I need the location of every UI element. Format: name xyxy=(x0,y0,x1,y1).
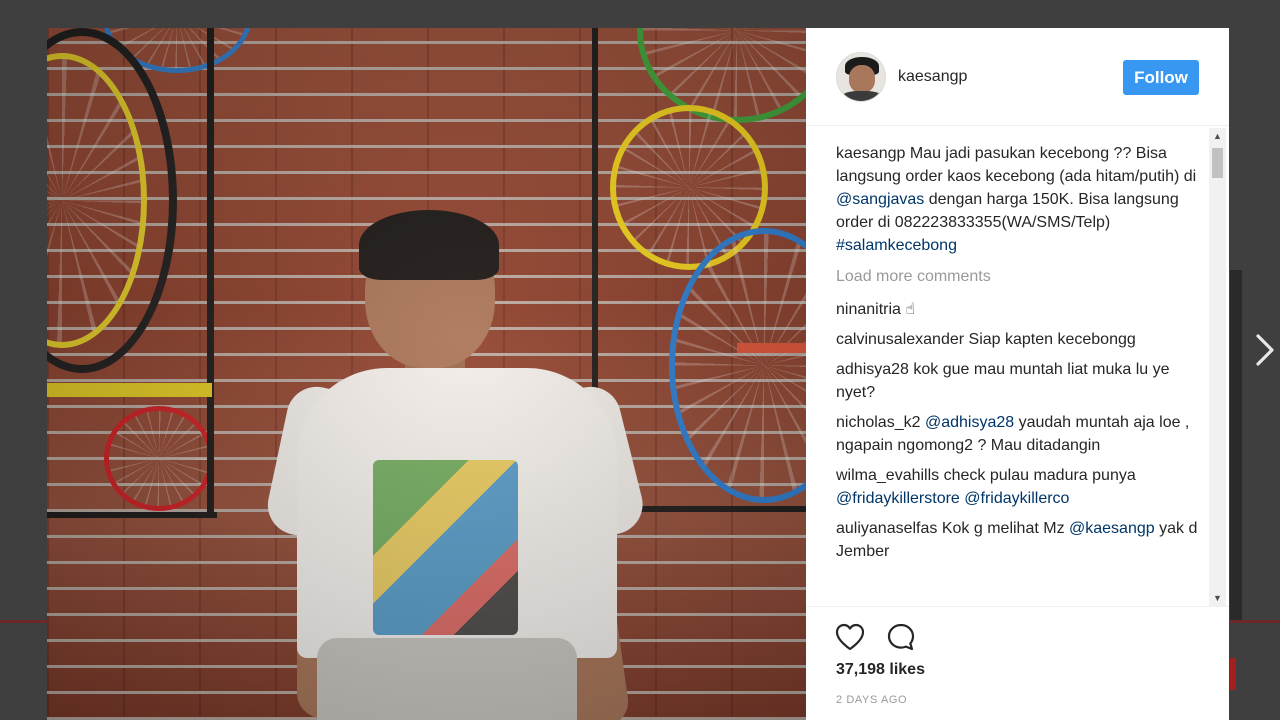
load-more-comments[interactable]: Load more comments xyxy=(836,265,1206,288)
post-caption: kaesangp Mau jadi pasukan kecebong ?? Bi… xyxy=(836,142,1206,257)
background-accent xyxy=(1230,658,1236,690)
comment-text: check pulau madura punya xyxy=(943,467,1136,484)
photo-shading xyxy=(47,28,806,720)
list-item: ninanitria ☝ xyxy=(836,298,1206,321)
post-photo[interactable] xyxy=(47,28,806,720)
caption-mention[interactable]: @sangjavas xyxy=(836,191,924,208)
comment-text: Siap kapten kecebongg xyxy=(968,331,1136,348)
list-item: calvinusalexander Siap kapten kecebongg xyxy=(836,328,1206,351)
comment-mention[interactable]: @fridaykillerstore xyxy=(836,490,960,507)
header-username[interactable]: kaesangp xyxy=(898,68,967,86)
comment-bubble-icon[interactable] xyxy=(885,621,917,653)
list-item: auliyanaselfas Kok g melihat Mz @kaesang… xyxy=(836,517,1206,563)
background-panel xyxy=(1230,270,1242,620)
comments-scrollbar[interactable]: ▲ ▼ xyxy=(1209,128,1226,606)
comment-mention-2[interactable]: @fridaykillerco xyxy=(964,490,1069,507)
comment-text: ☝ xyxy=(905,301,916,318)
avatar-face xyxy=(849,65,875,93)
post-modal: kaesangp Follow kaesangp Mau jadi pasuka… xyxy=(47,28,1229,720)
heart-outline-icon[interactable] xyxy=(834,621,866,653)
scroll-down-arrow-icon[interactable]: ▼ xyxy=(1209,590,1226,606)
post-actions: 37,198 likes 2 DAYS AGO xyxy=(806,606,1229,720)
post-header: kaesangp Follow xyxy=(806,28,1229,126)
comment-username[interactable]: adhisya28 xyxy=(836,361,909,378)
comment-username[interactable]: wilma_evahills xyxy=(836,467,939,484)
caption-hashtag[interactable]: #salamkecebong xyxy=(836,237,957,254)
list-item: wilma_evahills check pulau madura punya … xyxy=(836,464,1206,510)
comment-username[interactable]: calvinusalexander xyxy=(836,331,964,348)
follow-button[interactable]: Follow xyxy=(1123,60,1199,95)
comment-username[interactable]: nicholas_k2 xyxy=(836,414,921,431)
scroll-thumb[interactable] xyxy=(1212,148,1223,178)
avatar[interactable] xyxy=(836,52,886,102)
list-item: nicholas_k2 @adhisya28 yaudah muntah aja… xyxy=(836,411,1206,457)
caption-username[interactable]: kaesangp xyxy=(836,145,905,162)
list-item: adhisya28 kok gue mau muntah liat muka l… xyxy=(836,358,1206,404)
comment-username[interactable]: ninanitria xyxy=(836,301,901,318)
comment-mention[interactable]: @adhisya28 xyxy=(925,414,1014,431)
chevron-right-icon[interactable] xyxy=(1252,332,1278,368)
likes-count[interactable]: 37,198 likes xyxy=(836,661,925,679)
comment-mention[interactable]: @kaesangp xyxy=(1069,520,1155,537)
post-timestamp[interactable]: 2 DAYS AGO xyxy=(836,694,907,706)
scroll-up-arrow-icon[interactable]: ▲ xyxy=(1209,128,1226,144)
avatar-body xyxy=(841,91,883,101)
post-sidebar: kaesangp Follow kaesangp Mau jadi pasuka… xyxy=(806,28,1229,720)
comment-text: Kok g melihat Mz xyxy=(941,520,1070,537)
comments-list[interactable]: kaesangp Mau jadi pasukan kecebong ?? Bi… xyxy=(836,142,1206,606)
comment-username[interactable]: auliyanaselfas xyxy=(836,520,937,537)
